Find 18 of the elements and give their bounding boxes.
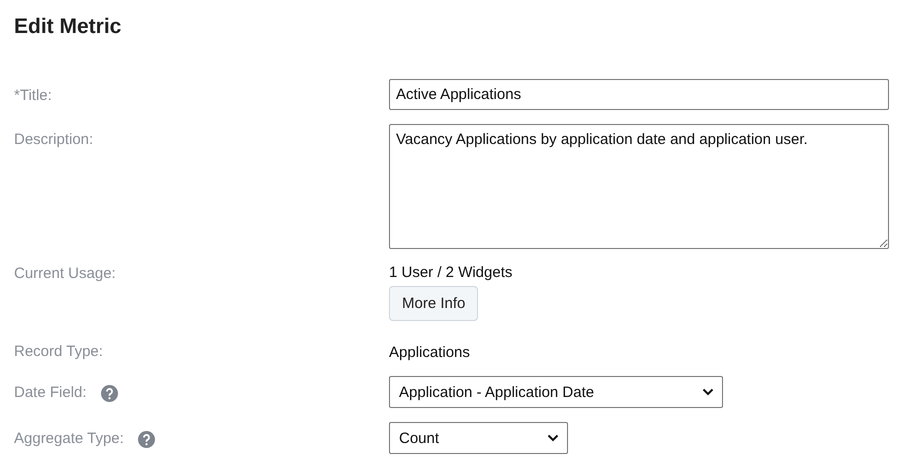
dropdown[interactable]: Application - Application Date [389,376,724,408]
help-icon[interactable] [100,385,118,402]
chevron-down-icon [702,388,714,396]
field-label: Current Usage: [14,265,116,282]
field-label: Date Field: [14,384,87,401]
more-info-button[interactable]: More Info [389,286,478,321]
field-label: Record Type: [14,343,103,360]
field-label: Description: [14,131,94,148]
help-icon[interactable] [138,431,155,448]
chevron-down-icon [547,434,560,442]
field-label: Aggregate Type: [14,430,124,447]
field-label: *Title: [14,87,52,104]
usage-text: 1 User / 2 Widgets [389,263,512,282]
title-field[interactable]: Active Applications [389,79,889,110]
dropdown[interactable]: Count [389,422,568,454]
record-type-value: Applications [389,343,471,362]
description-field[interactable]: Vacancy Applications by application date and application user. [389,124,889,249]
page-title: Edit Metric [14,14,122,40]
